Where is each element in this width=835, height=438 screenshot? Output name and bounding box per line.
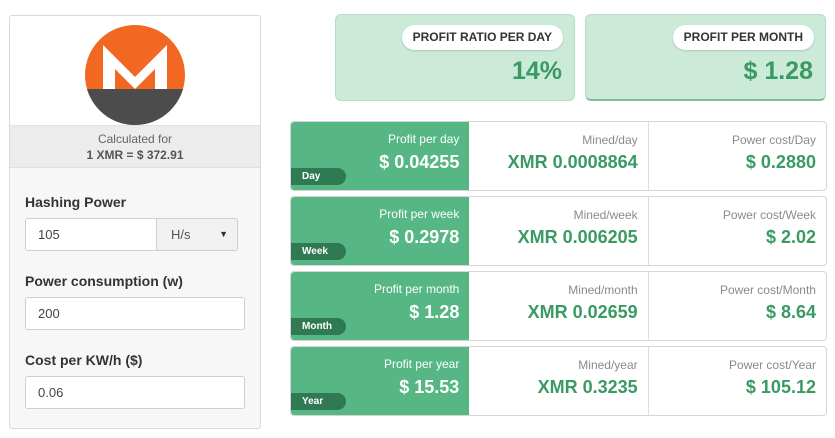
power-cost-cell: Power cost/Year $ 105.12 bbox=[647, 347, 826, 415]
caret-down-icon: ▼ bbox=[219, 229, 228, 239]
period-row-month: Profit per month $ 1.28 Month Mined/mont… bbox=[290, 271, 827, 341]
exchange-rate: 1 XMR = $ 372.91 bbox=[86, 148, 184, 162]
period-row-day: Profit per day $ 0.04255 Day Mined/day X… bbox=[290, 121, 827, 191]
calculated-for-label: Calculated for bbox=[97, 132, 173, 146]
power-cost-value: $ 2.02 bbox=[765, 227, 816, 247]
profit-value: $ 0.04255 bbox=[379, 152, 460, 172]
mined-value: XMR 0.006205 bbox=[517, 227, 638, 247]
power-consumption-input[interactable]: 200 bbox=[25, 297, 245, 330]
hashing-power-label: Hashing Power bbox=[25, 194, 127, 210]
mined-cell: Mined/year XMR 0.3235 bbox=[469, 347, 647, 415]
profit-cell: Profit per year $ 15.53 Year bbox=[291, 347, 470, 415]
power-cost-label: Power cost/Year bbox=[729, 358, 816, 372]
period-tag: Month bbox=[291, 318, 346, 335]
hashing-power-group: 105 H/s ▼ bbox=[25, 218, 238, 251]
period-tag: Day bbox=[291, 168, 346, 185]
mined-cell: Mined/week XMR 0.006205 bbox=[469, 197, 647, 265]
period-row-year: Profit per year $ 15.53 Year Mined/year … bbox=[290, 346, 827, 416]
profit-label: Profit per month bbox=[373, 282, 460, 296]
power-cost-label: Power cost/Day bbox=[731, 133, 816, 147]
profit-value: $ 15.53 bbox=[399, 377, 460, 397]
profit-ratio-label: PROFIT RATIO PER DAY bbox=[401, 25, 563, 50]
profit-month-card: PROFIT PER MONTH $ 1.28 bbox=[585, 14, 826, 101]
power-cost-cell: Power cost/Day $ 0.2880 bbox=[647, 122, 826, 190]
period-tag: Week bbox=[291, 243, 346, 260]
power-cost-value: $ 8.64 bbox=[765, 302, 816, 322]
mined-cell: Mined/month XMR 0.02659 bbox=[469, 272, 647, 340]
cost-per-kwh-input[interactable]: 0.06 bbox=[25, 376, 245, 409]
mined-cell: Mined/day XMR 0.0008864 bbox=[469, 122, 647, 190]
profit-ratio-card: PROFIT RATIO PER DAY 14% bbox=[335, 14, 575, 101]
mined-label: Mined/month bbox=[568, 283, 638, 297]
profit-ratio-value: 14% bbox=[511, 57, 562, 85]
logo-area bbox=[10, 16, 260, 126]
profit-label: Profit per year bbox=[383, 357, 460, 371]
power-cost-value: $ 0.2880 bbox=[745, 152, 816, 172]
period-row-week: Profit per week $ 0.2978 Week Mined/week… bbox=[290, 196, 827, 266]
hashing-unit-select[interactable]: H/s ▼ bbox=[157, 218, 238, 251]
monero-logo-icon bbox=[85, 25, 185, 125]
profit-label: Profit per week bbox=[379, 207, 460, 221]
input-form: Hashing Power 105 H/s ▼ Power consumptio… bbox=[10, 194, 260, 409]
mined-value: XMR 0.0008864 bbox=[507, 152, 638, 172]
mined-label: Mined/week bbox=[573, 208, 638, 222]
profit-label: Profit per day bbox=[387, 132, 460, 146]
calculator-panel: Calculated for 1 XMR = $ 372.91 Hashing … bbox=[9, 15, 261, 429]
profit-cell: Profit per day $ 0.04255 Day bbox=[291, 122, 470, 190]
period-tag: Year bbox=[291, 393, 346, 410]
profit-cell: Profit per month $ 1.28 Month bbox=[291, 272, 470, 340]
power-cost-cell: Power cost/Week $ 2.02 bbox=[647, 197, 826, 265]
mined-label: Mined/year bbox=[578, 358, 638, 372]
hashing-unit-value: H/s bbox=[171, 227, 191, 242]
mined-label: Mined/day bbox=[582, 133, 638, 147]
profit-value: $ 1.28 bbox=[409, 302, 460, 322]
hashing-power-input[interactable]: 105 bbox=[25, 218, 157, 251]
profit-value: $ 0.2978 bbox=[389, 227, 460, 247]
profit-cell: Profit per week $ 0.2978 Week bbox=[291, 197, 470, 265]
power-consumption-label: Power consumption (w) bbox=[25, 273, 183, 289]
power-cost-value: $ 105.12 bbox=[745, 377, 816, 397]
power-cost-label: Power cost/Month bbox=[719, 283, 816, 297]
exchange-rate-info: Calculated for 1 XMR = $ 372.91 bbox=[10, 126, 260, 168]
power-cost-cell: Power cost/Month $ 8.64 bbox=[647, 272, 826, 340]
profit-month-label: PROFIT PER MONTH bbox=[672, 25, 814, 50]
mined-value: XMR 0.02659 bbox=[527, 302, 638, 322]
mined-value: XMR 0.3235 bbox=[537, 377, 638, 397]
profit-month-value: $ 1.28 bbox=[743, 57, 813, 85]
power-cost-label: Power cost/Week bbox=[722, 208, 816, 222]
cost-per-kwh-label: Cost per KW/h ($) bbox=[25, 352, 143, 368]
